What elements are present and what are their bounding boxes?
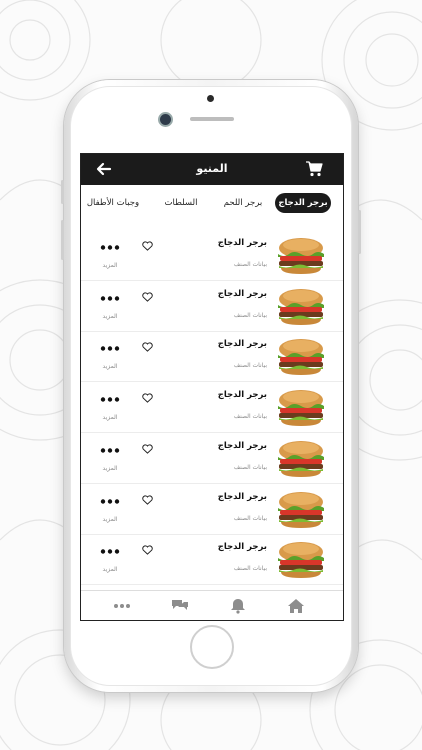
bottom-nav bbox=[81, 590, 343, 620]
speaker-grille bbox=[190, 117, 234, 121]
list-item[interactable]: برجر الدجاج بيانات الصنف المزيد bbox=[81, 534, 343, 586]
list-item[interactable]: برجر الدجاج بيانات الصنف المزيد bbox=[81, 230, 343, 281]
tab-kids-meals[interactable]: وجبات الأطفال bbox=[81, 193, 145, 213]
burger-image bbox=[278, 390, 324, 427]
burger-image bbox=[278, 440, 324, 477]
cart-icon[interactable] bbox=[305, 161, 323, 177]
more-options-icon[interactable] bbox=[100, 295, 120, 301]
more-options-icon[interactable] bbox=[100, 498, 120, 504]
item-subtitle: بيانات الصنف bbox=[233, 261, 267, 268]
front-camera bbox=[207, 95, 214, 102]
page-title: المنيو bbox=[196, 162, 228, 175]
tab-beef-burger[interactable]: برجر اللحم bbox=[217, 193, 269, 213]
item-subtitle: بيانات الصنف bbox=[233, 565, 267, 573]
camera-sensor bbox=[158, 112, 173, 127]
list-item[interactable]: برجر الدجاج بيانات الصنف المزيد bbox=[81, 331, 343, 383]
item-subtitle: بيانات الصنف bbox=[233, 311, 267, 319]
more-label[interactable]: المزيد bbox=[101, 465, 119, 472]
item-subtitle: بيانات الصنف bbox=[233, 514, 267, 522]
phone-side-button bbox=[61, 180, 64, 204]
item-name: برجر الدجاج bbox=[217, 390, 267, 401]
burger-image bbox=[278, 288, 324, 325]
bell-icon[interactable] bbox=[229, 598, 247, 614]
item-name: برجر الدجاج bbox=[217, 238, 267, 248]
more-options-icon[interactable] bbox=[100, 549, 120, 554]
phone-side-button bbox=[61, 220, 64, 260]
item-name: برجر الدجاج bbox=[217, 542, 267, 553]
heart-icon[interactable] bbox=[142, 241, 153, 251]
more-options-icon[interactable] bbox=[100, 346, 120, 352]
item-subtitle: بيانات الصنف bbox=[233, 362, 267, 370]
list-item[interactable]: برجر الدجاج بيانات الصنف المزيد bbox=[81, 281, 343, 332]
more-options-icon[interactable] bbox=[100, 397, 120, 402]
burger-image bbox=[278, 542, 324, 579]
chat-icon[interactable] bbox=[171, 598, 189, 614]
more-options-icon[interactable] bbox=[100, 448, 120, 453]
more-icon[interactable] bbox=[113, 598, 131, 614]
burger-image bbox=[278, 238, 324, 274]
heart-icon[interactable] bbox=[142, 342, 153, 353]
heart-icon[interactable] bbox=[142, 494, 153, 505]
more-label[interactable]: المزيد bbox=[101, 516, 119, 523]
phone-side-button bbox=[358, 210, 361, 254]
more-label[interactable]: المزيد bbox=[101, 262, 119, 269]
burger-image bbox=[278, 339, 324, 376]
item-subtitle: بيانات الصنف bbox=[233, 463, 267, 471]
tab-chicken-burger[interactable]: برجر الدجاج bbox=[275, 193, 331, 213]
more-label[interactable]: المزيد bbox=[101, 313, 119, 320]
app-header: المنيو bbox=[81, 154, 343, 185]
home-icon[interactable] bbox=[287, 598, 305, 614]
heart-icon[interactable] bbox=[142, 444, 153, 454]
item-name: برجر الدجاج bbox=[217, 339, 267, 350]
item-subtitle: بيانات الصنف bbox=[233, 413, 267, 421]
heart-icon[interactable] bbox=[142, 292, 153, 302]
more-label[interactable]: المزيد bbox=[101, 414, 119, 421]
tab-salads[interactable]: السلطات bbox=[157, 193, 205, 213]
item-name: برجر الدجاج bbox=[217, 288, 267, 299]
more-label[interactable]: المزيد bbox=[101, 566, 119, 573]
heart-icon[interactable] bbox=[142, 393, 153, 403]
list-item[interactable]: برجر الدجاج بيانات الصنف المزيد bbox=[81, 484, 343, 535]
list-item[interactable]: برجر الدجاج بيانات الصنف المزيد bbox=[81, 433, 343, 484]
app-screen: المنيو برجر الدجاج برجر اللحم السلطات وج… bbox=[80, 153, 344, 621]
list-item[interactable]: برجر الدجاج بيانات الصنف المزيد bbox=[81, 382, 343, 434]
category-tabs: برجر الدجاج برجر اللحم السلطات وجبات الأ… bbox=[81, 193, 343, 215]
more-options-icon[interactable] bbox=[100, 245, 120, 250]
item-name: برجر الدجاج bbox=[217, 491, 267, 502]
item-name: برجر الدجاج bbox=[217, 440, 267, 451]
heart-icon[interactable] bbox=[142, 545, 153, 555]
more-label[interactable]: المزيد bbox=[101, 363, 119, 370]
burger-image bbox=[278, 491, 324, 528]
home-button[interactable] bbox=[190, 625, 234, 669]
